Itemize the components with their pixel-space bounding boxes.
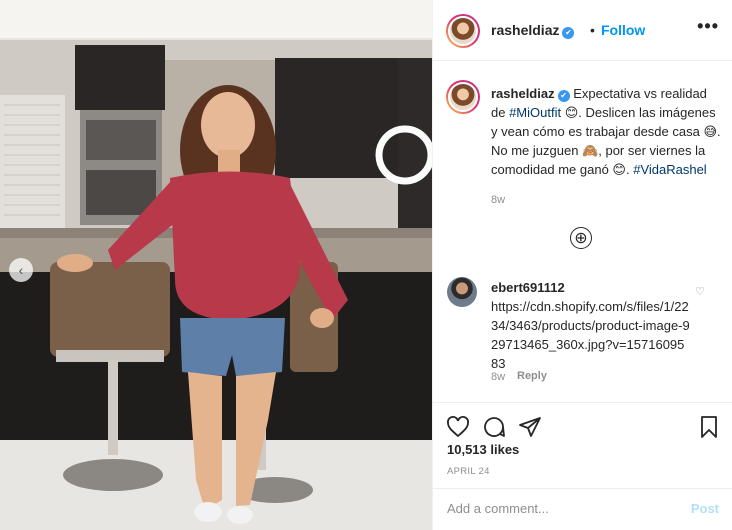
comment-username[interactable]: ebert691112 [491,278,691,297]
hashtag-link[interactable]: #VidaRashel [633,162,706,177]
comment-like-icon[interactable]: ♡ [695,285,705,298]
post-date[interactable]: APRIL 24 [447,466,490,477]
carousel-prev-button[interactable]: ‹ [9,258,33,282]
plus-circle-icon: ⊕ [574,230,588,247]
caption-timestamp[interactable]: 8w [491,194,505,206]
load-more-comments-button[interactable]: ⊕ [570,227,592,249]
follow-button[interactable]: Follow [601,22,645,38]
emoji: 😅 [703,124,718,139]
post-photo[interactable]: ‹ [0,0,432,530]
post-panel: rasheldiaz ✔ • Follow ••• rasheldiaz ✔ Exp… [432,0,732,530]
comment: ebert691112 https://cdn.shopify.com/s/fi… [491,278,691,373]
username-text[interactable]: rasheldiaz [491,22,559,38]
chevron-left-icon: ‹ [18,262,24,278]
emoji: 😊 [564,105,579,120]
post-comment-button[interactable]: Post [691,501,719,516]
add-comment-box: Post [433,488,732,530]
comment-timestamp[interactable]: 8w [491,371,505,383]
photo-illustration [0,0,432,530]
add-comment-input[interactable] [447,501,667,516]
caption-username[interactable]: rasheldiaz [491,86,555,101]
post-username[interactable]: rasheldiaz ✔ [491,22,575,39]
reply-button[interactable]: Reply [517,370,547,382]
more-options-icon[interactable]: ••• [697,16,719,37]
share-icon[interactable] [518,415,542,439]
post-header: rasheldiaz ✔ • Follow ••• [433,0,732,61]
heart-icon[interactable] [446,415,470,439]
bookmark-icon[interactable] [697,415,721,439]
verified-icon: ✔ [562,27,575,39]
caption-avatar[interactable] [446,80,480,114]
emoji: 😊 [612,162,626,177]
comment-text: https://cdn.shopify.com/s/files/1/2234/3… [491,299,690,371]
comment-icon[interactable] [482,415,506,439]
emoji: 🙈 [582,143,599,158]
verified-icon: ✔ [557,90,570,102]
hashtag-link[interactable]: #MiOutfit [509,105,561,120]
avatar[interactable] [446,14,480,48]
caption: rasheldiaz ✔ Expectativa vs realidad de #… [491,84,721,179]
separator-dot: • [590,22,595,38]
likes-count[interactable]: 10,513 likes [447,442,519,457]
comment-avatar[interactable] [447,277,477,307]
